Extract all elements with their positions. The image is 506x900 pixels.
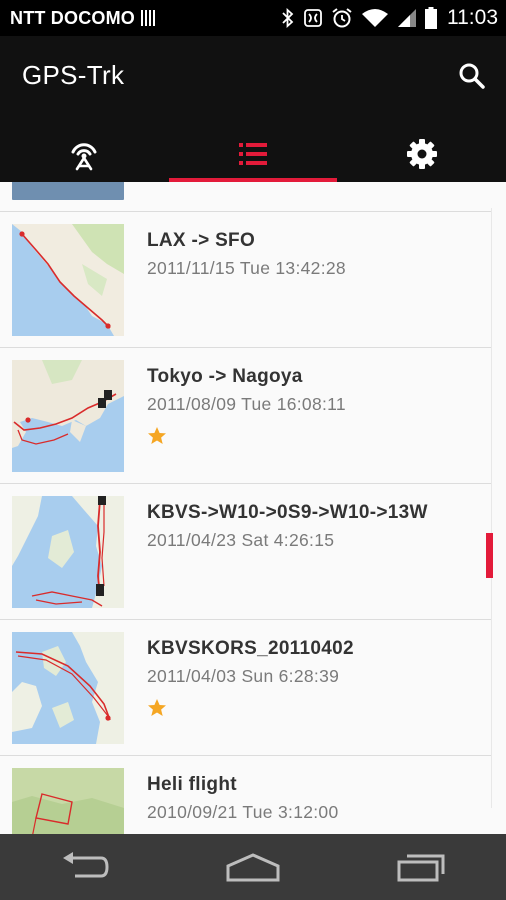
map-thumbnail bbox=[12, 768, 124, 834]
list-item[interactable]: KBVS->W10->0S9->W10->13W 2011/04/23 Sat … bbox=[0, 484, 492, 620]
nfc-icon bbox=[304, 9, 322, 27]
alarm-icon bbox=[332, 8, 352, 28]
barcode-icon bbox=[141, 10, 155, 26]
battery-icon bbox=[425, 7, 437, 29]
tab-gps[interactable] bbox=[0, 126, 169, 182]
search-button[interactable] bbox=[456, 60, 488, 92]
wifi-icon bbox=[362, 9, 388, 27]
track-date: 2011/04/03 Sun 6:28:39 bbox=[147, 666, 340, 686]
star-icon[interactable] bbox=[147, 698, 167, 718]
scrollbar-track bbox=[491, 208, 492, 808]
list-item[interactable]: Heli flight 2010/09/21 Tue 3:12:00 bbox=[0, 756, 492, 834]
status-bar: NTT DOCOMO 11:03 bbox=[0, 0, 506, 36]
map-thumbnail bbox=[12, 224, 124, 336]
recents-icon bbox=[397, 854, 445, 882]
list-icon bbox=[239, 143, 267, 165]
track-title: LAX -> SFO bbox=[147, 230, 256, 251]
recents-button[interactable] bbox=[392, 847, 452, 887]
track-list: LAX -> SFO 2011/11/15 Tue 13:42:28 Tokyo… bbox=[0, 182, 506, 834]
app-bar: GPS-Trk bbox=[0, 36, 506, 182]
search-icon bbox=[459, 63, 485, 89]
home-button[interactable] bbox=[223, 847, 283, 887]
system-nav-bar bbox=[0, 834, 506, 900]
list-item[interactable]: Tokyo -> Nagoya 2011/08/09 Tue 16:08:11 bbox=[0, 348, 492, 484]
map-thumbnail bbox=[12, 182, 124, 200]
tab-bar bbox=[0, 126, 506, 182]
track-date: 2011/04/23 Sat 4:26:15 bbox=[147, 530, 335, 550]
clock: 11:03 bbox=[447, 6, 498, 29]
star-icon[interactable] bbox=[147, 426, 167, 446]
tab-track-list[interactable] bbox=[168, 126, 338, 182]
gear-icon bbox=[406, 139, 437, 169]
track-date: 2011/11/15 Tue 13:42:28 bbox=[147, 258, 346, 278]
gps-signal-icon bbox=[71, 143, 97, 171]
track-date: 2011/08/09 Tue 16:08:11 bbox=[147, 394, 346, 414]
back-button[interactable] bbox=[54, 847, 114, 887]
home-icon bbox=[226, 853, 280, 882]
app-title: GPS-Trk bbox=[22, 60, 125, 90]
list-item[interactable]: LAX -> SFO 2011/11/15 Tue 13:42:28 bbox=[0, 212, 492, 348]
track-title: KBVSKORS_20110402 bbox=[147, 638, 354, 659]
map-thumbnail bbox=[12, 496, 124, 608]
map-thumbnail bbox=[12, 632, 124, 744]
track-date: 2010/09/21 Tue 3:12:00 bbox=[147, 802, 339, 822]
bluetooth-icon bbox=[282, 8, 294, 28]
signal-icon bbox=[398, 9, 416, 27]
back-icon bbox=[63, 852, 109, 878]
list-item[interactable]: KBVSKORS_20110402 2011/04/03 Sun 6:28:39 bbox=[0, 620, 492, 756]
tab-settings[interactable] bbox=[337, 126, 506, 182]
track-title: KBVS->W10->0S9->W10->13W bbox=[147, 502, 428, 523]
track-title: Tokyo -> Nagoya bbox=[147, 366, 303, 387]
carrier-name: NTT DOCOMO bbox=[10, 7, 135, 28]
map-thumbnail bbox=[12, 360, 124, 472]
scrollbar-thumb[interactable] bbox=[486, 533, 493, 578]
track-title: Heli flight bbox=[147, 774, 237, 795]
